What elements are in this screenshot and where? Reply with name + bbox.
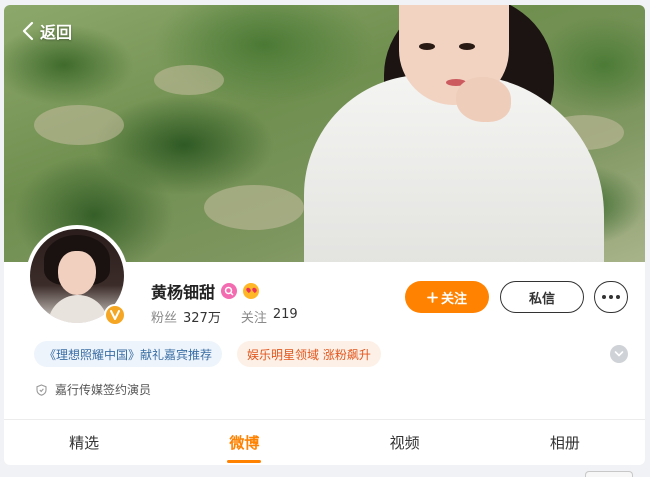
tag-rising-fans[interactable]: 娱乐明星领域 涨粉飙升 [237, 341, 381, 367]
verified-v-icon [104, 304, 126, 326]
cover-photo: 返回 [4, 5, 645, 262]
more-button[interactable] [594, 281, 628, 313]
scroll-handle[interactable] [585, 471, 633, 477]
back-label: 返回 [40, 23, 73, 42]
more-dot [602, 295, 606, 299]
follow-label: 关注 [440, 291, 467, 307]
chevron-left-icon [22, 21, 34, 41]
more-dot [616, 295, 620, 299]
message-label: 私信 [528, 291, 555, 307]
following-stat[interactable]: 关注 219 [241, 307, 298, 326]
tab-albums[interactable]: 相册 [485, 420, 645, 465]
tab-videos[interactable]: 视频 [325, 420, 485, 465]
heart-eyes-emoji-icon[interactable] [243, 283, 260, 299]
signature-text: 嘉行传媒签约演员 [55, 383, 152, 397]
tab-featured[interactable]: 精选 [4, 420, 164, 465]
expand-button[interactable] [610, 345, 628, 363]
signature-row: 嘉行传媒签约演员 [36, 381, 151, 398]
name-row: 黄杨钿甜 [151, 279, 260, 303]
profile-name: 黄杨钿甜 [151, 283, 216, 302]
follow-button[interactable]: 关注 [405, 281, 489, 313]
profile-stats: 粉丝 327万 关注 219 [151, 307, 298, 326]
message-button[interactable]: 私信 [500, 281, 584, 313]
profile-card: 返回 黄杨钿甜 粉丝 327万 关注 219 关注 私信 《理想照耀中国》献礼嘉… [4, 5, 645, 465]
chevron-down-icon [614, 351, 624, 357]
profile-tabs: 精选 微博 视频 相册 [4, 420, 645, 465]
tag-event-recommend[interactable]: 《理想照耀中国》献礼嘉宾推荐 [34, 341, 223, 367]
tab-weibo[interactable]: 微博 [164, 420, 324, 465]
back-button[interactable]: 返回 [22, 19, 72, 43]
fans-stat[interactable]: 粉丝 327万 [151, 307, 221, 326]
page: 返回 黄杨钿甜 粉丝 327万 关注 219 关注 私信 《理想照耀中国》献礼嘉… [0, 0, 650, 477]
fans-count: 327万 [183, 311, 221, 326]
shield-icon [36, 383, 47, 396]
following-count: 219 [272, 307, 298, 322]
user-level-icon[interactable] [221, 283, 238, 299]
fans-label: 粉丝 [151, 311, 178, 326]
more-dot [609, 295, 613, 299]
following-label: 关注 [240, 311, 267, 326]
plus-icon [427, 291, 438, 303]
